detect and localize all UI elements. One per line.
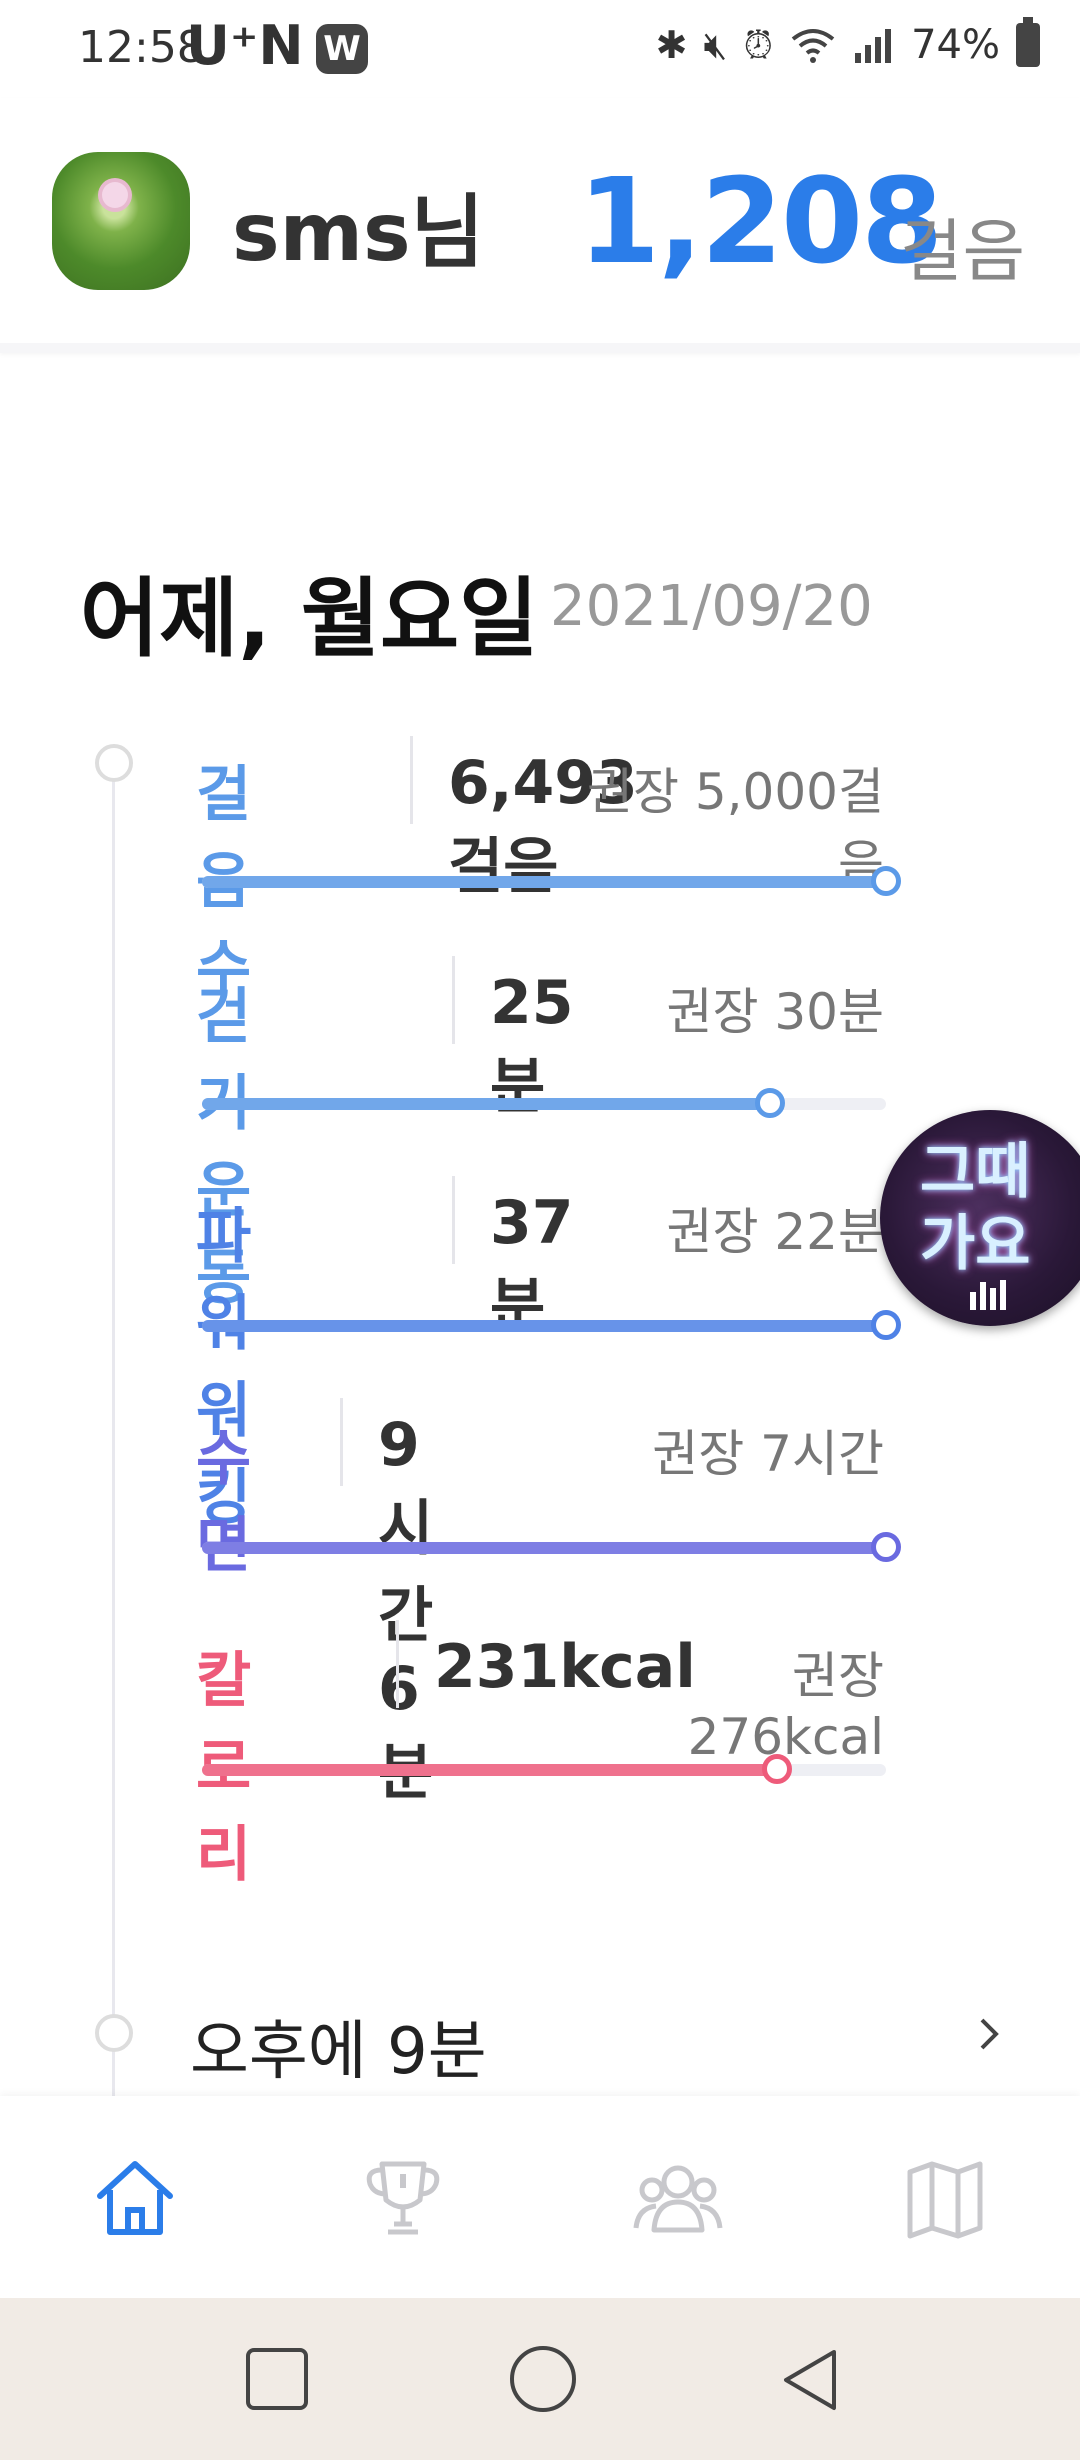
wifi-icon xyxy=(791,29,835,63)
group-icon[interactable] xyxy=(628,2152,728,2242)
metric-recommended: 권장 5,000걸음 xyxy=(586,763,884,893)
progress-knob xyxy=(761,1754,792,1784)
equalizer-icon xyxy=(970,1280,1006,1310)
metric-divider xyxy=(340,1398,343,1486)
username: sms님 xyxy=(232,186,485,279)
metric-divider xyxy=(452,1176,455,1264)
progress-knob xyxy=(754,1088,785,1118)
afternoon-row[interactable] xyxy=(0,1980,1080,2090)
floating-promo-line1: 그때 xyxy=(920,1137,1031,1207)
metric-recommended: 권장 7시간 xyxy=(652,1425,884,1483)
progress-fill xyxy=(202,1764,777,1776)
metric-recommended: 권장 276kcal xyxy=(687,1647,884,1766)
afternoon-label: 오후에 9분 xyxy=(190,2015,487,2089)
trophy-icon[interactable] xyxy=(358,2152,448,2242)
status-carrier: U⁺N xyxy=(186,14,304,77)
home-circle-icon[interactable] xyxy=(508,2344,578,2414)
floating-promo-line2: 가요 xyxy=(920,1209,1031,1279)
status-icons: ✱ 🔇︎ ⏰︎ 74% xyxy=(655,17,1040,68)
recent-apps-icon[interactable] xyxy=(244,2346,310,2412)
timeline-line xyxy=(112,760,115,2100)
metric-recommended: 권장 22분 xyxy=(666,1203,884,1261)
metric-label: 수면 xyxy=(196,1424,252,1581)
battery-icon xyxy=(1016,17,1040,67)
home-icon[interactable] xyxy=(90,2152,180,2242)
metric-divider xyxy=(396,1620,399,1708)
progress-fill xyxy=(202,876,886,888)
metric-value: 9시간 6분 xyxy=(378,1410,434,1808)
floating-promo-text: 그때 가요 xyxy=(920,1136,1030,1280)
metric-recommended: 권장 30분 xyxy=(666,983,884,1041)
today-steps: 1,208 xyxy=(578,152,943,290)
progress-knob xyxy=(871,1310,901,1340)
progress-knob xyxy=(871,866,901,896)
metric-label: 칼로리 xyxy=(196,1646,252,1890)
progress-fill xyxy=(202,1542,886,1554)
day-date: 2021/09/20 xyxy=(550,574,873,639)
progress-knob xyxy=(871,1532,901,1562)
progress-fill xyxy=(202,1320,886,1332)
back-icon[interactable] xyxy=(778,2346,842,2414)
day-title: 어제, 월요일 xyxy=(80,569,539,669)
map-icon[interactable] xyxy=(900,2152,990,2242)
battery-percent: 74% xyxy=(911,22,1000,68)
timeline-dot xyxy=(95,744,133,782)
alarm-icon: ⏰︎ xyxy=(743,22,774,67)
metric-divider xyxy=(410,736,413,824)
mute-icon: 🔇︎ xyxy=(703,22,728,67)
floating-promo-button[interactable]: 그때 가요 xyxy=(880,1110,1080,1326)
app-badge-icon: W xyxy=(316,24,368,74)
chevron-right-icon xyxy=(980,2018,999,2050)
signal-icon xyxy=(855,29,892,63)
avatar[interactable] xyxy=(52,152,190,290)
bluetooth-icon: ✱ xyxy=(655,23,688,67)
progress-fill xyxy=(202,1098,770,1110)
today-steps-unit: 걸음 xyxy=(900,213,1026,292)
metric-divider xyxy=(452,956,455,1044)
